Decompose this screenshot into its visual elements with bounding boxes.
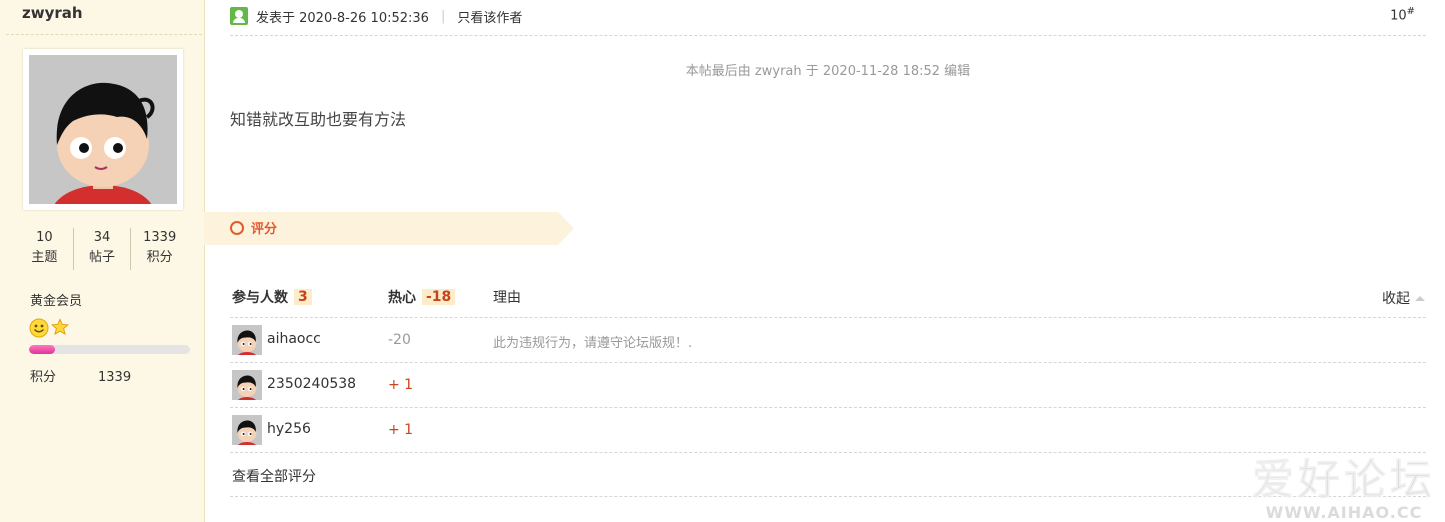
stat-label: 主题 xyxy=(31,250,58,265)
post-time: 发表于 2020-8-26 10:52:36 xyxy=(256,10,429,26)
divider xyxy=(230,362,1426,363)
avatar[interactable] xyxy=(23,49,183,210)
user-group[interactable]: 黄金会员 xyxy=(30,290,82,309)
watermark-cn: 爱好论坛 xyxy=(1251,455,1436,504)
watermark-en: WWW.AIHAO.CC xyxy=(1265,503,1423,522)
view-all-ratings-link[interactable]: 查看全部评分 xyxy=(232,466,316,486)
rater-score: + 1 xyxy=(388,422,414,438)
points-label: 积分 xyxy=(30,370,57,385)
score-label: 热心 xyxy=(388,290,416,306)
only-author-link[interactable]: 只看该作者 xyxy=(457,7,522,26)
stat-label: 积分 xyxy=(146,250,173,265)
stat-posts[interactable]: 34 帖子 xyxy=(72,228,131,270)
level-progress-bar xyxy=(29,345,190,354)
divider xyxy=(230,496,1426,497)
divider xyxy=(230,452,1426,453)
edit-note: 本帖最后由 zwyrah 于 2020-11-28 18:52 编辑 xyxy=(685,64,971,79)
rater-avatar[interactable] xyxy=(232,325,262,355)
rater-avatar[interactable] xyxy=(232,370,262,400)
meta-separator: | xyxy=(440,8,446,24)
author-name[interactable]: zwyrah xyxy=(22,4,83,22)
floor-suffix: # xyxy=(1406,6,1415,17)
participants-label: 参与人数 xyxy=(232,290,288,306)
rater-name[interactable]: hy256 xyxy=(267,421,311,437)
stat-value: 34 xyxy=(93,230,111,245)
participants-count: 3 xyxy=(294,289,312,305)
rating-title-text: 评分 xyxy=(251,222,278,237)
circle-icon xyxy=(230,220,244,235)
stat-topics[interactable]: 10 主题 xyxy=(16,228,73,270)
avatar-image xyxy=(29,55,177,204)
divider xyxy=(230,407,1426,408)
author-sidebar: zwyrah 10 主题 34 帖子 1339 积分 黄金会员 积分 1339 xyxy=(0,0,205,522)
floor-number[interactable]: 10# xyxy=(1390,6,1415,23)
stat-value: 1339 xyxy=(143,230,177,245)
level-progress-fill xyxy=(29,345,55,354)
divider xyxy=(230,35,1426,36)
points-row: 积分 1339 xyxy=(30,366,131,385)
divider xyxy=(6,34,202,35)
collapse-label: 收起 xyxy=(1382,291,1410,307)
rater-reason: 此为违规行为，请遵守论坛版规！. xyxy=(493,336,693,351)
participants-header: 参与人数 3 xyxy=(232,285,312,309)
collapse-button[interactable]: 收起 xyxy=(1382,288,1425,308)
rater-name[interactable]: 2350240538 xyxy=(267,376,356,392)
post-meta: 发表于 2020-8-26 10:52:36 | 只看该作者 xyxy=(230,4,522,28)
site-watermark: 爱好论坛 WWW.AIHAO.CC xyxy=(1249,455,1439,522)
rater-score: + 1 xyxy=(388,377,414,393)
smiley-icon xyxy=(29,318,49,338)
stat-label: 帖子 xyxy=(89,250,116,265)
medals xyxy=(29,318,69,338)
rating-title: 评分 xyxy=(230,218,277,237)
floor-value: 10 xyxy=(1390,8,1407,24)
rater-avatar[interactable] xyxy=(232,415,262,445)
author-stats: 10 主题 34 帖子 1339 积分 xyxy=(16,228,188,270)
points-value: 1339 xyxy=(98,370,132,385)
rater-score: -20 xyxy=(388,332,411,348)
score-header: 热心 -18 xyxy=(388,285,456,309)
post-content: 知错就改互助也要有方法 xyxy=(230,110,407,129)
star-icon xyxy=(51,318,69,335)
score-total: -18 xyxy=(422,289,456,305)
user-online-icon xyxy=(230,7,248,25)
stat-value: 10 xyxy=(36,230,53,245)
stat-points[interactable]: 1339 积分 xyxy=(130,228,188,270)
reason-header: 理由 xyxy=(493,290,521,306)
divider xyxy=(230,317,1426,318)
chevron-up-icon xyxy=(1415,296,1425,301)
rater-name[interactable]: aihaocc xyxy=(267,331,321,347)
